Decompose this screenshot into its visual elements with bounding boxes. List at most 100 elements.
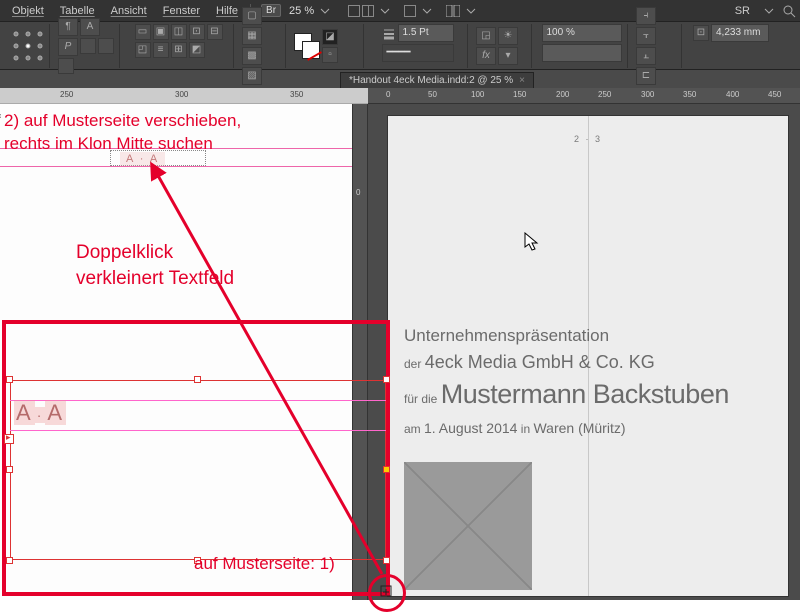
menu-help[interactable]: Hilfe (208, 5, 246, 17)
document-tab-title: *Handout 4eck Media.indd:2 @ 25 % (349, 75, 513, 86)
workspace-dropdown-icon[interactable] (764, 6, 774, 16)
handle-br[interactable] (383, 557, 390, 564)
align-btn-2[interactable]: ⫟ (636, 27, 656, 45)
right-document-view[interactable]: 2 · 3 Unternehmenspräsentation der 4eck … (368, 104, 800, 600)
style-btn-2[interactable] (98, 38, 114, 54)
frame-tool-2[interactable]: ▣ (153, 24, 169, 40)
align-btn-1[interactable]: ⫞ (636, 7, 656, 25)
annotation-1: 2) auf Musterseite verschieben, rechts i… (4, 110, 241, 156)
ruler-tick: 300 (175, 90, 188, 99)
frame-tool-8[interactable]: ⊞ (171, 42, 187, 58)
control-panel: ¶ A P ▭ ▣ ◫ ⊡ ⊟ ◰ ≡ ⊞ ◩ ▢ ▦ ▩ ▨ ◪ ▫ (0, 22, 800, 70)
horizontal-ruler-right: 0 50 100 150 200 250 300 350 400 450 (368, 88, 800, 104)
width-field[interactable]: 4,233 mm (711, 24, 769, 42)
annotation-3: auf Musterseite: 1) (194, 554, 335, 574)
image-placeholder[interactable] (404, 462, 532, 590)
mouse-cursor-icon (524, 232, 540, 252)
menu-object[interactable]: Objekt (4, 5, 52, 17)
handle-ml[interactable] (6, 466, 13, 473)
handle-bl[interactable] (6, 557, 13, 564)
view-spread-icon[interactable] (362, 5, 374, 17)
swap-fill-stroke-icon[interactable]: ◪ (322, 29, 338, 45)
transform-group: ⊡ 4,233 mm (686, 24, 776, 68)
align-btn-3[interactable]: ⫠ (636, 47, 656, 65)
style-btn-1[interactable] (80, 38, 96, 54)
handle-mr[interactable] (383, 466, 390, 473)
corner-group: ◲ ☀ fx ▾ (472, 24, 532, 68)
view-single-icon[interactable] (348, 5, 360, 17)
fill-stroke-swatch[interactable] (294, 33, 320, 59)
char-style-group: ¶ A P (54, 24, 120, 68)
workspace-label[interactable]: SR (735, 5, 750, 17)
frame-tool-1[interactable]: ▭ (135, 24, 151, 40)
arrange-dropdown-icon[interactable] (466, 6, 476, 16)
bridge-button[interactable]: Br (261, 4, 281, 17)
fx-icon[interactable]: fx (476, 47, 496, 65)
handle-tr[interactable] (383, 376, 390, 383)
close-tab-icon[interactable]: × (519, 75, 525, 86)
arrange-icon[interactable] (446, 5, 460, 17)
zoom-level[interactable]: 25 % (289, 5, 314, 17)
zoom-dropdown-icon[interactable] (320, 6, 330, 16)
corner-icon[interactable]: ◲ (476, 27, 496, 45)
ref-point-group (6, 24, 50, 68)
stroke-style-field[interactable]: ━━━━ (382, 44, 454, 62)
wrap-btn-4[interactable]: ▨ (242, 67, 262, 85)
ruler-tick: 450 (768, 90, 781, 99)
handle-tm[interactable] (194, 376, 201, 383)
selected-text-frame[interactable]: A·A (10, 380, 386, 560)
ruler-tick: 350 (290, 90, 303, 99)
default-fill-stroke-icon[interactable]: ▫ (322, 47, 338, 63)
view-mode-icons[interactable] (348, 5, 374, 17)
text-in-port[interactable] (4, 434, 14, 444)
selection-outline (10, 380, 386, 560)
frame-tool-4[interactable]: ⊡ (189, 24, 205, 40)
constrain-icon[interactable]: ⊡ (693, 25, 709, 41)
wrap-btn-2[interactable]: ▦ (242, 27, 262, 45)
frame-tool-6[interactable]: ◰ (135, 42, 151, 58)
frame-tool-5[interactable]: ⊟ (207, 24, 223, 40)
vruler-x-label: x (0, 114, 3, 118)
wrap-group: ▢ ▦ ▩ ▨ (238, 24, 286, 68)
para-style-btn[interactable]: P (58, 38, 78, 56)
frame-tool-3[interactable]: ◫ (171, 24, 187, 40)
presentation-text: Unternehmenspräsentation der 4eck Media … (404, 326, 729, 436)
document-tabs: *Handout 4eck Media.indd:2 @ 25 % × (0, 70, 800, 88)
ruler-tick: 350 (683, 90, 696, 99)
style-btn-3[interactable] (58, 58, 74, 74)
document-tab[interactable]: *Handout 4eck Media.indd:2 @ 25 % × (340, 72, 534, 88)
view-mode-dropdown-icon[interactable] (380, 6, 390, 16)
handle-tl[interactable] (6, 376, 13, 383)
screen-mode-dropdown-icon[interactable] (422, 6, 432, 16)
opacity-field[interactable]: 100 % (542, 24, 622, 42)
frame-tool-9[interactable]: ◩ (189, 42, 205, 58)
menu-window[interactable]: Fenster (155, 5, 208, 17)
arrange-docs-icon (446, 5, 460, 17)
ruler-tick: 150 (513, 90, 526, 99)
menu-table[interactable]: Tabelle (52, 5, 103, 17)
more-icon[interactable]: ▾ (498, 47, 518, 65)
page-spread[interactable]: 2 · 3 Unternehmenspräsentation der 4eck … (388, 116, 788, 596)
vruler-tick: 0 (356, 188, 360, 197)
ruler-tick: 250 (598, 90, 611, 99)
char-style-icon[interactable]: A (80, 18, 100, 36)
annotation-2: Doppelklick verkleinert Textfeld (76, 240, 234, 291)
paragraph-style-icon[interactable]: ¶ (58, 18, 78, 36)
menu-view[interactable]: Ansicht (103, 5, 155, 17)
ruler-tick: 250 (60, 90, 73, 99)
ruler-tick: 200 (556, 90, 569, 99)
blend-mode-field[interactable] (542, 44, 622, 62)
stroke-weight-group: 1.5 Pt ━━━━ (368, 24, 468, 68)
wrap-btn-1[interactable]: ▢ (242, 7, 262, 25)
wrap-btn-3[interactable]: ▩ (242, 47, 262, 65)
align-btn-4[interactable]: ⊏ (636, 67, 656, 85)
search-icon[interactable] (782, 4, 796, 18)
stroke-weight-icon (382, 26, 396, 40)
frame-tool-7[interactable]: ≡ (153, 42, 169, 58)
stroke-weight-field[interactable]: 1.5 Pt (398, 24, 454, 42)
menu-bar: Objekt Tabelle Ansicht Fenster Hilfe Br … (0, 0, 800, 22)
frame-corner-handle-icon[interactable] (379, 584, 393, 598)
reference-point-icon[interactable] (10, 28, 45, 64)
screen-mode-icon[interactable] (404, 5, 416, 17)
effects-icon[interactable]: ☀ (498, 27, 518, 45)
